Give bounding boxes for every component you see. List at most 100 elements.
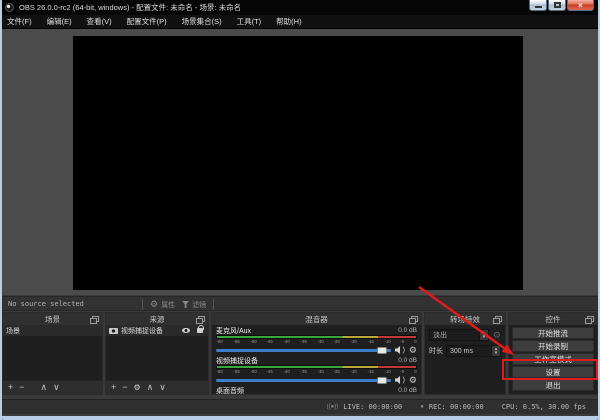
db-tick-label: 0 (414, 370, 416, 374)
source-name: 视频捕捉设备 (121, 326, 163, 336)
scene-up-button[interactable]: ∧ (41, 383, 48, 392)
db-tick-label: -35 (300, 370, 306, 374)
minimize-icon (535, 6, 542, 8)
db-tick-label: -25 (334, 370, 340, 374)
source-down-button[interactable]: ∨ (159, 383, 166, 392)
channel-db: 0.0 dB (398, 327, 417, 334)
scene-down-button[interactable]: ∨ (53, 383, 60, 392)
menu-file[interactable]: 文件(F) (7, 16, 32, 27)
scene-list-item[interactable]: 场景 (3, 325, 102, 336)
sources-toolbar: + − ⚙ ∧ ∨ (106, 380, 208, 394)
controls-title: 控件 (546, 314, 561, 325)
duration-input[interactable]: 300 ms ▴ ▾ (446, 345, 501, 357)
duration-spinner[interactable]: ▴ ▾ (491, 346, 500, 356)
source-up-button[interactable]: ∧ (147, 383, 154, 392)
duration-label: 时长 (429, 346, 443, 356)
properties-button[interactable]: ⚙ 属性 (150, 300, 175, 310)
transition-select[interactable]: 淡出 ▴ ▾ (429, 329, 489, 341)
start-recording-button[interactable]: 开始录制 (512, 340, 594, 352)
spin-down-icon: ▾ (483, 335, 486, 339)
menu-bar: 文件(F) 编辑(E) 查看(V) 配置文件(P) 场景集合(S) 工具(T) … (0, 15, 600, 29)
add-source-button[interactable]: + (111, 383, 116, 392)
source-toolbar: No source selected ⚙ 属性 滤镜 (2, 296, 598, 311)
speaker-wave-icon: ) (403, 347, 405, 354)
remove-scene-button[interactable]: − (19, 383, 24, 392)
speaker-icon[interactable] (395, 346, 403, 354)
db-tick-label: -45 (267, 370, 273, 374)
live-time: LIVE: 00:00:00 (343, 403, 402, 411)
menu-view[interactable]: 查看(V) (87, 16, 112, 27)
db-tick-label: -55 (233, 370, 239, 374)
window-title: OBS 26.0.0-rc2 (64-bit, windows) - 配置文件:… (19, 2, 241, 13)
popout-icon[interactable] (587, 316, 594, 322)
gear-icon: ⚙ (150, 300, 158, 309)
transitions-header[interactable]: 转场特效 (425, 313, 505, 325)
mixer-channel-video: 视频捕捉设备 0.0 dB -60-55-50-45-40-35-30-25-2… (212, 356, 421, 385)
controls-header[interactable]: 控件 (509, 313, 597, 325)
source-properties-gear-icon[interactable]: ⚙ (134, 384, 141, 392)
start-streaming-button[interactable]: 开始推流 (512, 327, 594, 339)
db-tick-label: -20 (351, 370, 357, 374)
db-tick-label: -40 (284, 340, 290, 344)
mixer-header[interactable]: 混音器 (212, 313, 421, 325)
db-tick-label: -50 (250, 340, 256, 344)
db-tick-label: -10 (384, 340, 390, 344)
transition-gear-icon[interactable]: ⚙ (493, 331, 501, 340)
title-bar: OBS 26.0.0-rc2 (64-bit, windows) - 配置文件:… (0, 0, 600, 15)
transitions-panel: 转场特效 淡出 ▴ ▾ ⚙ 时长 30 (424, 312, 506, 395)
add-scene-button[interactable]: + (8, 383, 13, 392)
popout-icon[interactable] (92, 316, 99, 322)
slider-handle[interactable] (377, 347, 387, 354)
transition-spinner[interactable]: ▴ ▾ (479, 330, 488, 340)
lock-icon[interactable] (197, 328, 203, 333)
db-tick-label: -15 (367, 340, 373, 344)
db-tick-label: -15 (367, 370, 373, 374)
mixer-channel-desktop: 桌面音频 0.0 dB (212, 386, 421, 394)
video-capture-icon (109, 328, 118, 334)
maximize-button[interactable] (548, 0, 566, 11)
popout-icon[interactable] (495, 316, 502, 322)
volume-slider[interactable] (216, 379, 391, 382)
properties-label: 属性 (161, 300, 175, 310)
source-actions: ⚙ 属性 滤镜 (142, 297, 214, 312)
studio-mode-button[interactable]: 工作室模式 (512, 353, 594, 365)
speaker-icon[interactable] (395, 376, 403, 384)
slider-handle[interactable] (377, 377, 387, 384)
popout-icon[interactable] (411, 316, 418, 322)
window-border-left (0, 0, 2, 420)
status-bar: ((●)) LIVE: 00:00:00 ● REC: 00:00:00 CPU… (2, 399, 598, 414)
settings-button[interactable]: 设置 (512, 366, 594, 378)
popout-icon[interactable] (198, 316, 205, 322)
separator (142, 299, 143, 310)
scenes-toolbar: + − ∧ ∨ (3, 380, 102, 394)
preview-canvas[interactable] (73, 36, 523, 290)
controls-panel: 控件 开始推流 开始录制 工作室模式 设置 退出 (508, 312, 598, 395)
db-tick-label: -10 (384, 370, 390, 374)
channel-name: 视频捕捉设备 (216, 356, 258, 366)
menu-profile[interactable]: 配置文件(P) (127, 16, 167, 27)
volume-slider[interactable] (216, 349, 391, 352)
menu-tools[interactable]: 工具(T) (237, 16, 262, 27)
sources-header[interactable]: 来源 (106, 313, 208, 325)
close-icon: × (578, 1, 583, 10)
channel-gear-icon[interactable]: ⚙ (409, 346, 417, 355)
scenes-header[interactable]: 场景 (3, 313, 102, 325)
channel-gear-icon[interactable]: ⚙ (409, 376, 417, 385)
minimize-button[interactable] (529, 0, 547, 11)
channel-db: 0.0 dB (398, 387, 417, 394)
db-tick-label: -5 (401, 370, 405, 374)
remove-source-button[interactable]: − (122, 383, 127, 392)
source-list-item[interactable]: 视频捕捉设备 (106, 325, 208, 336)
menu-edit[interactable]: 编辑(E) (47, 16, 72, 27)
transitions-body: 淡出 ▴ ▾ ⚙ 时长 300 ms ▴ ▾ (425, 325, 505, 357)
visibility-eye-icon[interactable] (182, 328, 190, 333)
menu-help[interactable]: 帮助(H) (276, 16, 301, 27)
maximize-icon (554, 2, 561, 8)
close-button[interactable]: × (567, 0, 594, 11)
filters-button[interactable]: 滤镜 (182, 300, 206, 310)
sources-panel: 来源 视频捕捉设备 + − ⚙ ∧ ∨ (105, 312, 209, 395)
db-tick-label: -20 (351, 340, 357, 344)
transitions-title: 转场特效 (450, 314, 480, 325)
exit-button[interactable]: 退出 (512, 379, 594, 391)
menu-scene-collection[interactable]: 场景集合(S) (182, 16, 222, 27)
